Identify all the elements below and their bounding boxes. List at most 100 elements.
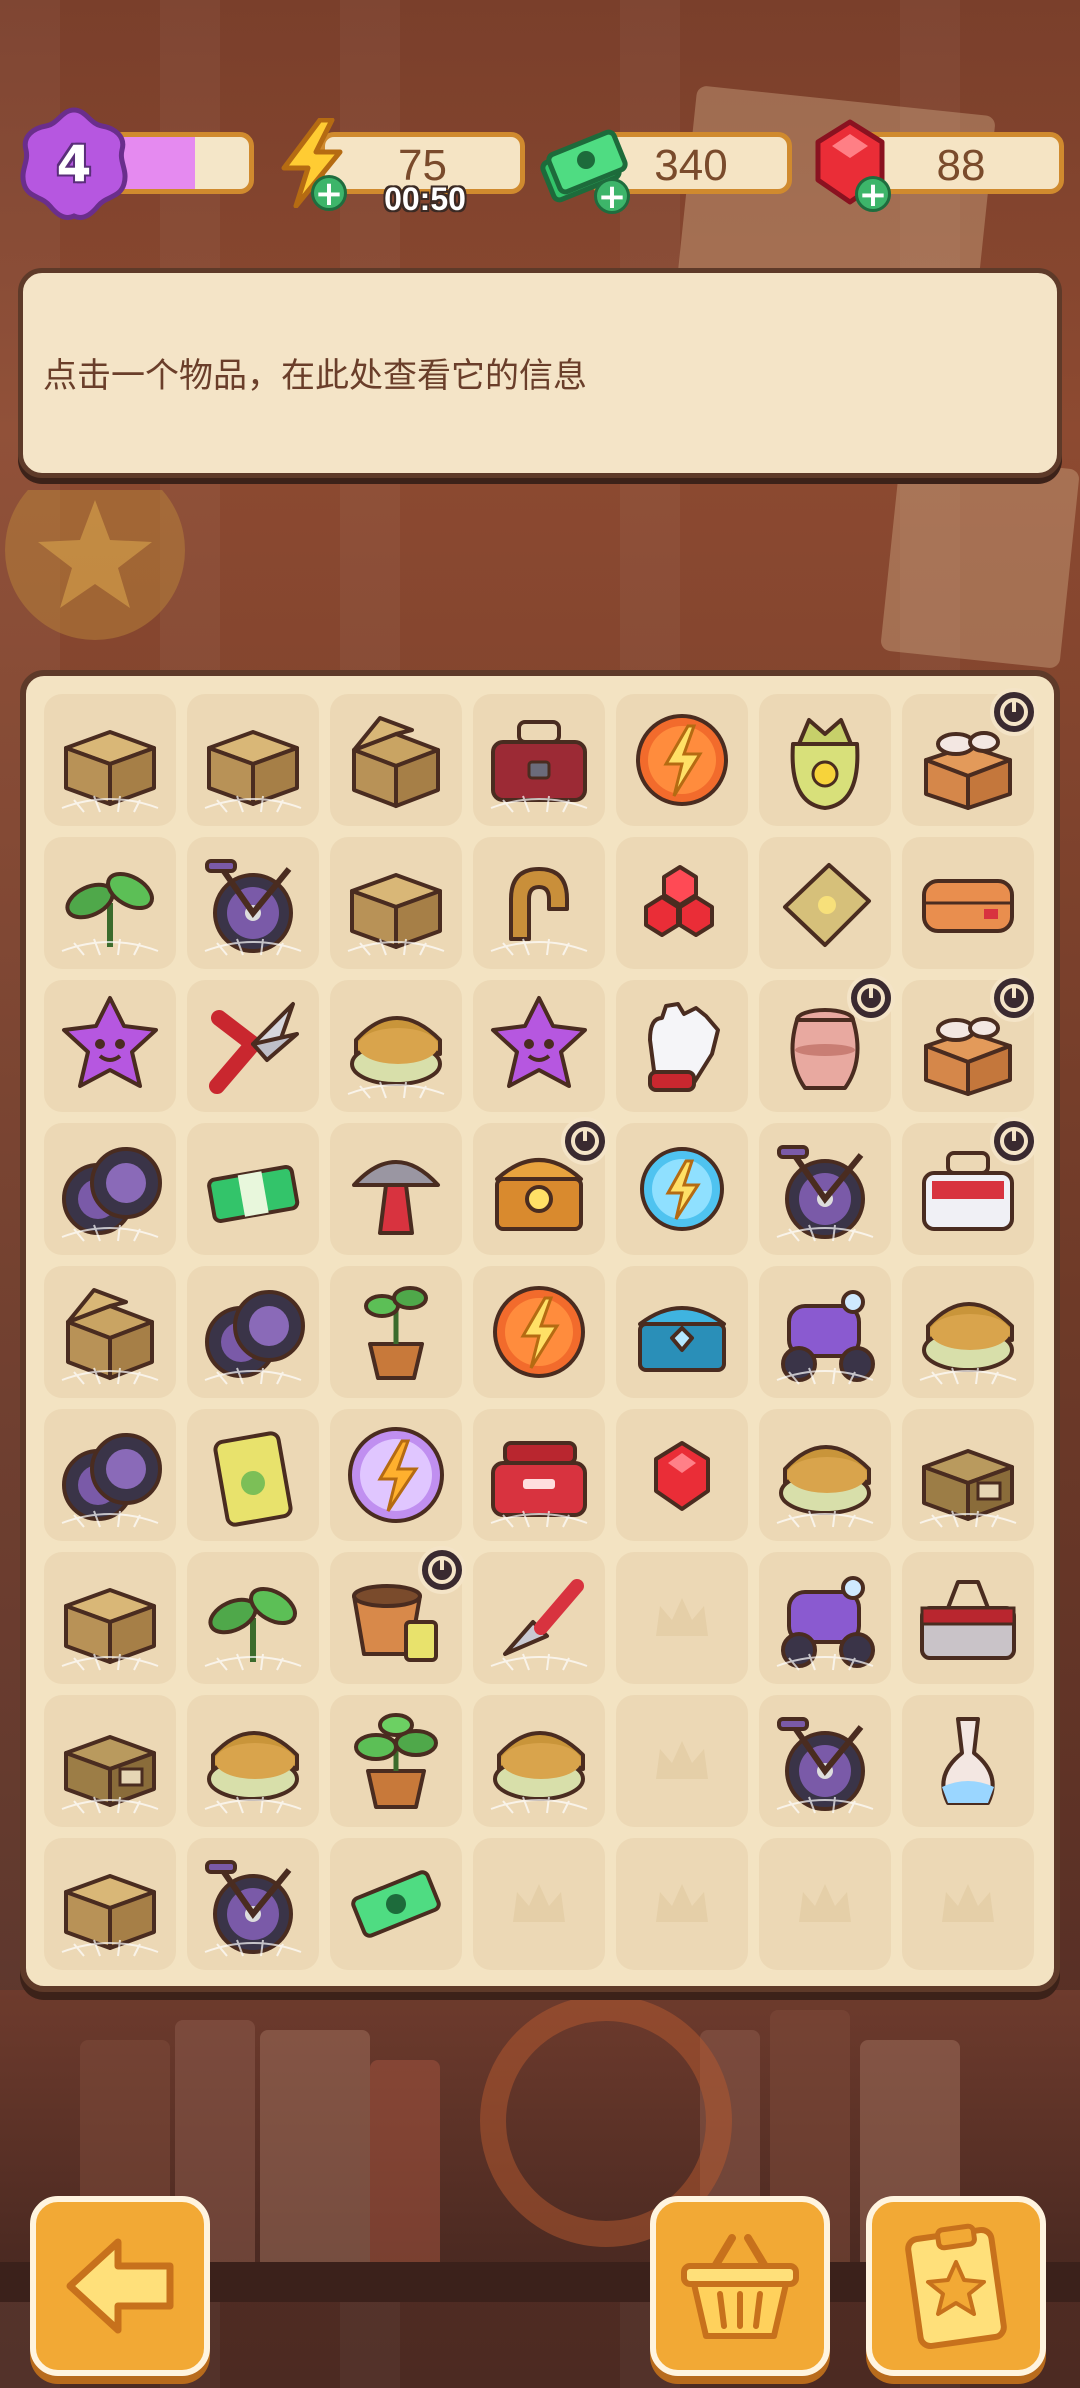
board-cell[interactable]: [330, 1695, 462, 1827]
gardening-glove-icon[interactable]: [626, 990, 738, 1102]
board-cell[interactable]: [902, 1552, 1034, 1684]
horseshoe-icon[interactable]: [483, 847, 595, 959]
board-cell[interactable]: [44, 1409, 176, 1541]
board-cell[interactable]: [187, 1838, 319, 1970]
board-cell[interactable]: [616, 1552, 748, 1684]
board-cell[interactable]: [44, 1838, 176, 1970]
board-cell[interactable]: [759, 1409, 891, 1541]
wheel-of-cheese-icon[interactable]: [340, 990, 452, 1102]
energy-orb-purple-icon[interactable]: [340, 1419, 452, 1531]
board-cell[interactable]: [902, 688, 1038, 826]
toolbox-red-open-icon[interactable]: [483, 1419, 595, 1531]
add-gems-button[interactable]: +: [855, 176, 891, 212]
tire-stack-icon[interactable]: [54, 1133, 166, 1245]
board-cell[interactable]: [473, 1409, 605, 1541]
orders-button[interactable]: [866, 2196, 1046, 2376]
tire-stack-icon[interactable]: [54, 1419, 166, 1531]
board-cell[interactable]: [187, 837, 319, 969]
board-cell[interactable]: [759, 1552, 891, 1684]
board-cell[interactable]: [44, 1552, 176, 1684]
sprout-icon[interactable]: [54, 847, 166, 959]
board-cell[interactable]: [616, 980, 748, 1112]
envelope-folded-icon[interactable]: [912, 847, 1024, 959]
board-cell[interactable]: [902, 837, 1034, 969]
board-cell[interactable]: [44, 837, 176, 969]
board-cell[interactable]: [187, 694, 319, 826]
board-cell[interactable]: [902, 1117, 1038, 1255]
vase-icon[interactable]: [912, 1705, 1024, 1817]
seed-bag-icon[interactable]: [769, 704, 881, 816]
pruning-shears-icon[interactable]: [197, 990, 309, 1102]
cash-bundle-icon[interactable]: [197, 1133, 309, 1245]
energy-orb-icon[interactable]: [626, 704, 738, 816]
board-cell[interactable]: [187, 1266, 319, 1398]
crate-icon[interactable]: [912, 1419, 1024, 1531]
ruby-icon[interactable]: [626, 1419, 738, 1531]
board-cell[interactable]: [330, 980, 462, 1112]
board-cell[interactable]: [616, 1266, 748, 1398]
board-cell[interactable]: [473, 980, 605, 1112]
mushroom-lamp-icon[interactable]: [340, 1133, 452, 1245]
potted-plant-large-icon[interactable]: [340, 1705, 452, 1817]
board-cell[interactable]: [473, 694, 605, 826]
wheel-of-cheese-icon[interactable]: [769, 1419, 881, 1531]
board-cell[interactable]: [616, 694, 748, 826]
board-cell[interactable]: [616, 1409, 748, 1541]
bicycle-icon[interactable]: [769, 1705, 881, 1817]
board-cell[interactable]: [187, 1409, 319, 1541]
board-cell[interactable]: [616, 1123, 748, 1255]
bicycle-icon[interactable]: [769, 1133, 881, 1245]
seed-packet-icon[interactable]: [197, 1419, 309, 1531]
board-cell[interactable]: [330, 1266, 462, 1398]
back-button[interactable]: [30, 2196, 210, 2376]
box-icon[interactable]: [340, 847, 452, 959]
board-cell[interactable]: [902, 1409, 1034, 1541]
board-cell[interactable]: [616, 837, 748, 969]
board-cell[interactable]: [473, 1266, 605, 1398]
wheel-of-cheese-icon[interactable]: [197, 1705, 309, 1817]
box-icon[interactable]: [54, 704, 166, 816]
box-icon[interactable]: [197, 704, 309, 816]
bicycle-icon[interactable]: [197, 1848, 309, 1960]
board-cell[interactable]: [330, 694, 462, 826]
board-cell[interactable]: [44, 1695, 176, 1827]
board-cell[interactable]: [187, 1123, 319, 1255]
tire-stack-icon[interactable]: [197, 1276, 309, 1388]
board-cell[interactable]: [330, 1409, 462, 1541]
board-cell[interactable]: [759, 1695, 891, 1827]
toolbox-red-icon[interactable]: [483, 704, 595, 816]
wheel-of-cheese-icon[interactable]: [483, 1705, 595, 1817]
board-cell[interactable]: [473, 1117, 609, 1255]
board-cell[interactable]: [759, 1838, 891, 1970]
seed-packet-flat-icon[interactable]: [769, 847, 881, 959]
board-cell[interactable]: [759, 694, 891, 826]
board-cell[interactable]: [187, 1552, 319, 1684]
cash-single-icon[interactable]: [340, 1848, 452, 1960]
crate-icon[interactable]: [54, 1705, 166, 1817]
scooter-icon[interactable]: [769, 1562, 881, 1674]
board-cell[interactable]: [44, 1123, 176, 1255]
board-cell[interactable]: [759, 837, 891, 969]
board-cell[interactable]: [902, 1838, 1034, 1970]
bicycle-icon[interactable]: [197, 847, 309, 959]
chest-blue-icon[interactable]: [626, 1276, 738, 1388]
board-cell[interactable]: [44, 980, 176, 1112]
wheel-of-cheese-icon[interactable]: [912, 1276, 1024, 1388]
board-cell[interactable]: [330, 1838, 462, 1970]
board-cell[interactable]: [473, 1695, 605, 1827]
board-cell[interactable]: [473, 1552, 605, 1684]
board-cell[interactable]: [902, 1266, 1034, 1398]
energy-orb-icon[interactable]: [483, 1276, 595, 1388]
box-icon[interactable]: [54, 1848, 166, 1960]
trowel-icon[interactable]: [483, 1562, 595, 1674]
board-cell[interactable]: [902, 974, 1038, 1112]
board-cell[interactable]: [187, 1695, 319, 1827]
add-energy-button[interactable]: +: [311, 175, 347, 211]
box-open-icon[interactable]: [340, 704, 452, 816]
board-cell[interactable]: [759, 974, 895, 1112]
purple-star-smiley-icon[interactable]: [483, 990, 595, 1102]
sprout-icon[interactable]: [197, 1562, 309, 1674]
board-cell[interactable]: [330, 837, 462, 969]
energy-orb-blue-icon[interactable]: [626, 1133, 738, 1245]
ruby-pile-icon[interactable]: [626, 847, 738, 959]
